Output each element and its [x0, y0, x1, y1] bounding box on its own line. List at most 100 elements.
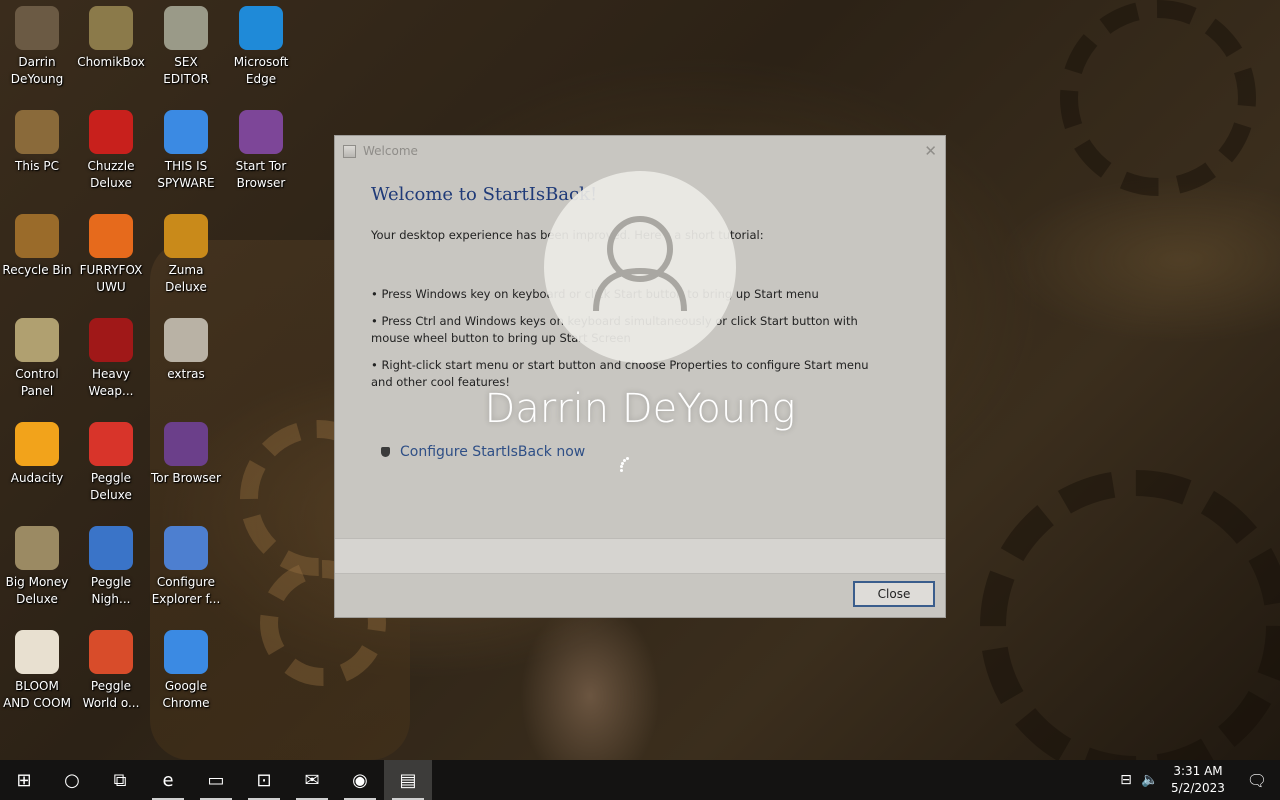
shield-folder-icon [164, 526, 208, 570]
desktop-icon-label: Audacity [10, 471, 64, 485]
money-bag-icon [15, 526, 59, 570]
taskbar-file-explorer-button[interactable]: ▭ [192, 760, 240, 800]
chrome-icon [164, 110, 208, 154]
hex-editor-icon [164, 6, 208, 50]
wallpaper-hand [520, 600, 660, 760]
volume-muted-icon[interactable]: 🔈 [1138, 760, 1162, 800]
configure-link-label: Configure StartIsBack now [400, 444, 586, 460]
desktop-icon-label: Google Chrome [162, 679, 210, 710]
close-icon[interactable]: ✕ [924, 142, 937, 160]
desktop-icon[interactable]: extras [149, 312, 223, 383]
desktop-icon[interactable]: SEX EDITOR [149, 0, 223, 88]
desktop-icon-label: Chuzzle Deluxe [87, 159, 135, 190]
peggle-icon [89, 422, 133, 466]
desktop-icon-label: SEX EDITOR [163, 55, 209, 86]
network-icon[interactable]: ⊟ [1114, 760, 1138, 800]
wallpaper-gear [980, 470, 1280, 782]
zuma-icon [164, 214, 208, 258]
desktop-icon-label: FURRYFOX UWU [79, 263, 143, 294]
loading-spinner-icon [618, 454, 644, 480]
desktop-icon[interactable]: Peggle World o... [74, 624, 148, 712]
clock-time: 3:31 AM [1173, 764, 1223, 778]
desktop-icon-label: Peggle Nigh... [90, 575, 132, 606]
desktop-icon[interactable]: Big Money Deluxe [0, 520, 74, 608]
desktop-icon[interactable]: THIS IS SPYWARE [149, 104, 223, 192]
desktop-icon[interactable]: Google Chrome [149, 624, 223, 712]
desktop-icon[interactable]: Microsoft Edge [224, 0, 298, 88]
radiation-icon [89, 318, 133, 362]
desktop-icon[interactable]: Tor Browser [149, 416, 223, 487]
desktop-icon-label: THIS IS SPYWARE [157, 159, 215, 190]
desktop-icon-label: extras [167, 367, 205, 381]
audacity-icon [15, 422, 59, 466]
taskbar: ⊞ ○ ⧉ e ▭ ⊡ ✉ ◉ ▤ ⊟ 🔈 3:31 AM 5/2/2023 🗨 [0, 760, 1280, 800]
control-panel-icon [15, 318, 59, 362]
extras-icon [164, 318, 208, 362]
shield-icon [381, 447, 390, 457]
desktop-icon-label: BLOOM AND COOM [3, 679, 71, 710]
desktop-icon-label: Big Money Deluxe [5, 575, 69, 606]
desktop-icon[interactable]: Heavy Weap... [74, 312, 148, 400]
startisback-app-icon [343, 144, 356, 158]
taskbar-welcome-app-button[interactable]: ▤ [384, 760, 432, 800]
clock[interactable]: 3:31 AM 5/2/2023 [1162, 763, 1234, 797]
close-button[interactable]: Close [853, 581, 935, 607]
user-folder-icon [15, 6, 59, 50]
desktop-icon-label: Darrin DeYoung [10, 55, 64, 86]
desktop-icon[interactable]: Darrin DeYoung [0, 0, 74, 88]
taskbar-chrome-button[interactable]: ◉ [336, 760, 384, 800]
spinner-dot [626, 456, 630, 460]
system-tray: ⊟ 🔈 3:31 AM 5/2/2023 🗨 [1114, 760, 1280, 800]
dialog-footer-band [335, 538, 945, 574]
desktop-icon[interactable]: Audacity [0, 416, 74, 487]
desktop-icon[interactable]: BLOOM AND COOM [0, 624, 74, 712]
user-silhouette-icon [593, 216, 687, 312]
dialog-title: Welcome [363, 144, 418, 158]
desktop-icon[interactable]: Peggle Nigh... [74, 520, 148, 608]
desktop-icon[interactable]: Zuma Deluxe [149, 208, 223, 296]
peggle-icon [89, 630, 133, 674]
spinner-dot [620, 461, 624, 465]
tor-icon [239, 110, 283, 154]
desktop-icon-label: Heavy Weap... [88, 367, 134, 398]
recycle-bin-icon [15, 214, 59, 258]
chuzzle-icon [89, 110, 133, 154]
search-button[interactable]: ○ [48, 760, 96, 800]
desktop-icon[interactable]: Configure Explorer f... [149, 520, 223, 608]
chomikbox-icon [89, 6, 133, 50]
flower-icon [15, 630, 59, 674]
desktop-icon[interactable]: This PC [0, 104, 74, 175]
desktop-icon[interactable]: Start Tor Browser [224, 104, 298, 192]
desktop-icon[interactable]: ChomikBox [74, 0, 148, 71]
tor-icon [164, 422, 208, 466]
peggle-icon [89, 526, 133, 570]
desktop-icon[interactable]: Peggle Deluxe [74, 416, 148, 504]
login-user-name: Darrin DeYoung [484, 386, 796, 432]
desktop-icon-label: Start Tor Browser [235, 159, 287, 190]
desktop-icon[interactable]: Recycle Bin [0, 208, 74, 279]
notification-icon[interactable]: 🗨 [1234, 760, 1280, 800]
taskbar-store-button[interactable]: ⊡ [240, 760, 288, 800]
desktop-icon-label: This PC [15, 159, 59, 173]
desktop-icon-label: Microsoft Edge [233, 55, 289, 86]
task-view-button[interactable]: ⧉ [96, 760, 144, 800]
desktop-icon[interactable]: Control Panel [0, 312, 74, 400]
desktop-icon-label: Tor Browser [150, 471, 221, 485]
configure-startisback-link[interactable]: Configure StartIsBack now [381, 444, 585, 460]
desktop-icon-label: Configure Explorer f... [151, 575, 221, 606]
edge-icon [239, 6, 283, 50]
taskbar-mail-button[interactable]: ✉ [288, 760, 336, 800]
desktop-icon[interactable]: FURRYFOX UWU [74, 208, 148, 296]
computer-icon [15, 110, 59, 154]
desktop-icon[interactable]: Chuzzle Deluxe [74, 104, 148, 192]
desktop-icon-label: Peggle Deluxe [90, 471, 132, 502]
start-button[interactable]: ⊞ [0, 760, 48, 800]
user-avatar [544, 171, 736, 363]
desktop-icon-label: Control Panel [15, 367, 59, 398]
spinner-dot [620, 469, 624, 473]
clock-date: 5/2/2023 [1171, 781, 1225, 795]
desktop-icon-label: Zuma Deluxe [165, 263, 207, 294]
spinner-dot [620, 465, 624, 469]
taskbar-edge-button[interactable]: e [144, 760, 192, 800]
dialog-titlebar[interactable]: Welcome ✕ [335, 136, 945, 166]
